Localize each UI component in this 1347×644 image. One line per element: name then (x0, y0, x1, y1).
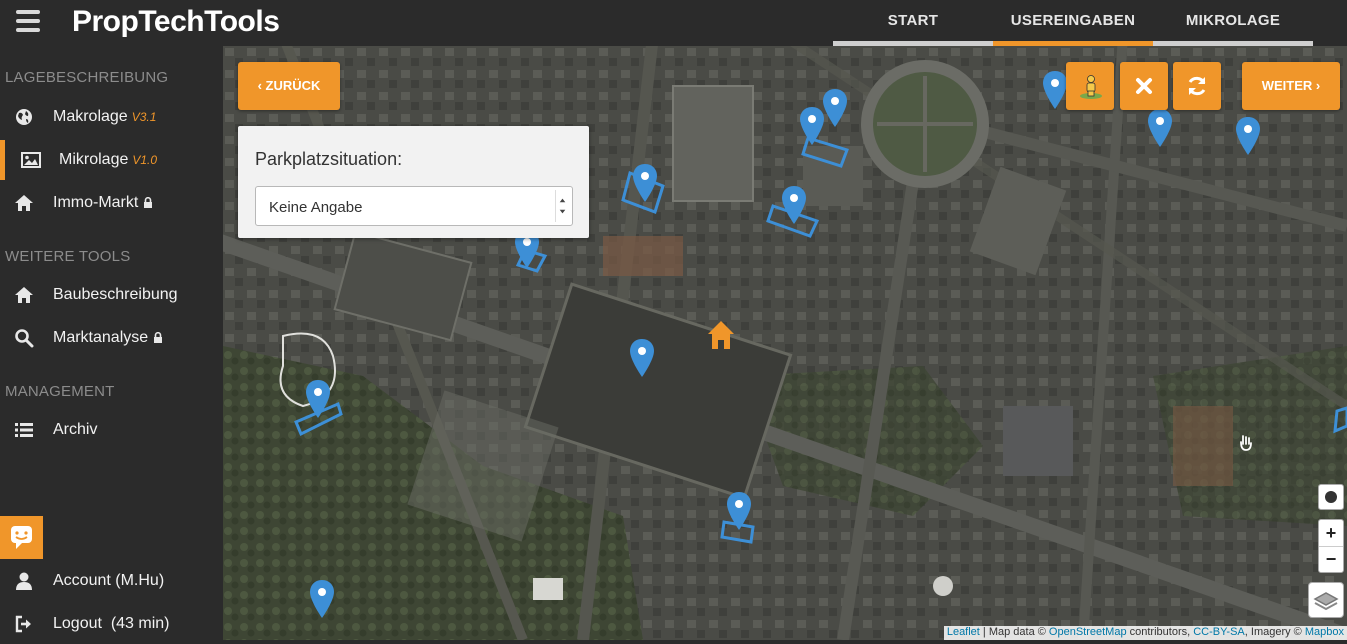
home-icon (15, 195, 33, 211)
locate-button[interactable] (1318, 484, 1344, 510)
logout-label: Logout (43 min) (53, 615, 170, 632)
map-marker-pin[interactable] (305, 379, 331, 419)
sidebar-item-label: Mikrolage (59, 151, 129, 168)
sidebar-item-archiv[interactable]: Archiv (0, 410, 223, 450)
top-bar: PropTechTools START USEREINGABEN MIKROLA… (0, 0, 1347, 46)
clear-button[interactable] (1120, 62, 1168, 110)
zoom-out-button[interactable]: − (1319, 547, 1343, 573)
tab-mikrolage[interactable]: MIKROLAGE (1153, 0, 1313, 46)
refresh-button[interactable] (1173, 62, 1221, 110)
step-tabs: START USEREINGABEN MIKROLAGE (833, 0, 1313, 46)
zoom-in-button[interactable]: + (1319, 521, 1343, 547)
map-attribution: Leaflet | Map data © OpenStreetMap contr… (943, 626, 1347, 640)
next-button[interactable]: WEITER › (1242, 62, 1340, 110)
menu-icon[interactable] (16, 10, 40, 32)
zoom-control: + − (1318, 519, 1344, 573)
sidebar-item-label: Archiv (53, 421, 98, 438)
search-icon (15, 329, 34, 348)
streetview-button[interactable] (1066, 62, 1114, 110)
globe-icon (16, 109, 32, 125)
list-icon (15, 423, 33, 437)
version-badge: V1.0 (132, 153, 158, 167)
locate-dot-icon (1325, 491, 1337, 503)
layers-icon (1313, 592, 1339, 611)
account-link[interactable]: Account (M.Hu) (0, 561, 223, 601)
close-icon (1136, 78, 1152, 94)
osm-link[interactable]: OpenStreetMap (1049, 626, 1127, 638)
sidebar-item-label: Baubeschreibung (53, 286, 178, 303)
sidebar-item-label: Marktanalyse (53, 329, 149, 346)
section-title-management: MANAGEMENT (5, 383, 115, 400)
lock-icon (154, 332, 163, 343)
sidebar-item-baubeschreibung[interactable]: Baubeschreibung (0, 275, 223, 315)
parking-panel: Parkplatzsituation: Keine Angabe (238, 126, 589, 238)
chevron-left-icon: ‹ (257, 78, 266, 93)
map-marker-pin[interactable] (781, 185, 807, 225)
hand-cursor-icon (1240, 435, 1252, 451)
account-label: Account (M.Hu) (53, 572, 165, 589)
logout-link[interactable]: Logout (43 min) (0, 604, 223, 644)
sidebar-item-immo-markt[interactable]: Immo-Markt (0, 183, 223, 223)
select-arrow-icon (555, 190, 566, 222)
map-marker-pin[interactable] (1235, 116, 1261, 156)
mapbox-link[interactable]: Mapbox (1305, 626, 1344, 638)
sidebar-item-label: Immo-Markt (53, 194, 139, 211)
sidebar-item-mikrolage[interactable]: Mikrolage V1.0 (0, 140, 223, 180)
map-marker-pin[interactable] (726, 491, 752, 531)
home-icon (15, 287, 33, 303)
map-marker-pin[interactable] (822, 88, 848, 128)
user-icon (16, 572, 32, 590)
parking-label: Parkplatzsituation: (255, 149, 403, 169)
leaflet-link[interactable]: Leaflet (947, 626, 980, 638)
sidebar-item-makrolage[interactable]: Makrolage V3.1 (0, 97, 223, 137)
section-title-lagebeschreibung: LAGEBESCHREIBUNG (5, 69, 169, 86)
map-marker-pin[interactable] (1147, 108, 1173, 148)
property-home-marker[interactable] (707, 320, 735, 350)
map-marker-pin[interactable] (632, 163, 658, 203)
layers-button[interactable] (1308, 582, 1344, 618)
satellite-map[interactable]: ‹ ZURÜCK WEITER › Parkplatzsituation: Ke… (223, 46, 1347, 640)
select-value: Keine Angabe (269, 199, 363, 216)
map-marker-pin[interactable] (309, 579, 335, 619)
license-link[interactable]: CC-BY-SA (1193, 626, 1245, 638)
refresh-icon (1188, 76, 1206, 96)
sidebar: LAGEBESCHREIBUNG Makrolage V3.1 Mikrolage… (0, 46, 223, 640)
logout-icon (15, 615, 31, 633)
map-marker-pin[interactable] (1042, 70, 1068, 110)
chat-button[interactable] (0, 516, 43, 559)
section-title-weitere-tools: WEITERE TOOLS (5, 248, 131, 265)
lock-icon (144, 197, 153, 208)
sidebar-item-label: Makrolage (53, 108, 128, 125)
back-button[interactable]: ‹ ZURÜCK (238, 62, 340, 110)
tab-start[interactable]: START (833, 0, 993, 46)
chat-icon (11, 526, 32, 549)
parking-select[interactable]: Keine Angabe (255, 186, 573, 226)
version-badge: V3.1 (131, 110, 157, 124)
app-title: PropTechTools (72, 5, 280, 38)
streetview-pegman-icon (1080, 75, 1102, 99)
tab-usereingaben[interactable]: USEREINGABEN (993, 0, 1153, 46)
sidebar-item-marktanalyse[interactable]: Marktanalyse (0, 318, 223, 358)
image-icon (21, 152, 41, 168)
map-marker-pin[interactable] (629, 338, 655, 378)
chevron-right-icon: › (1312, 78, 1321, 93)
